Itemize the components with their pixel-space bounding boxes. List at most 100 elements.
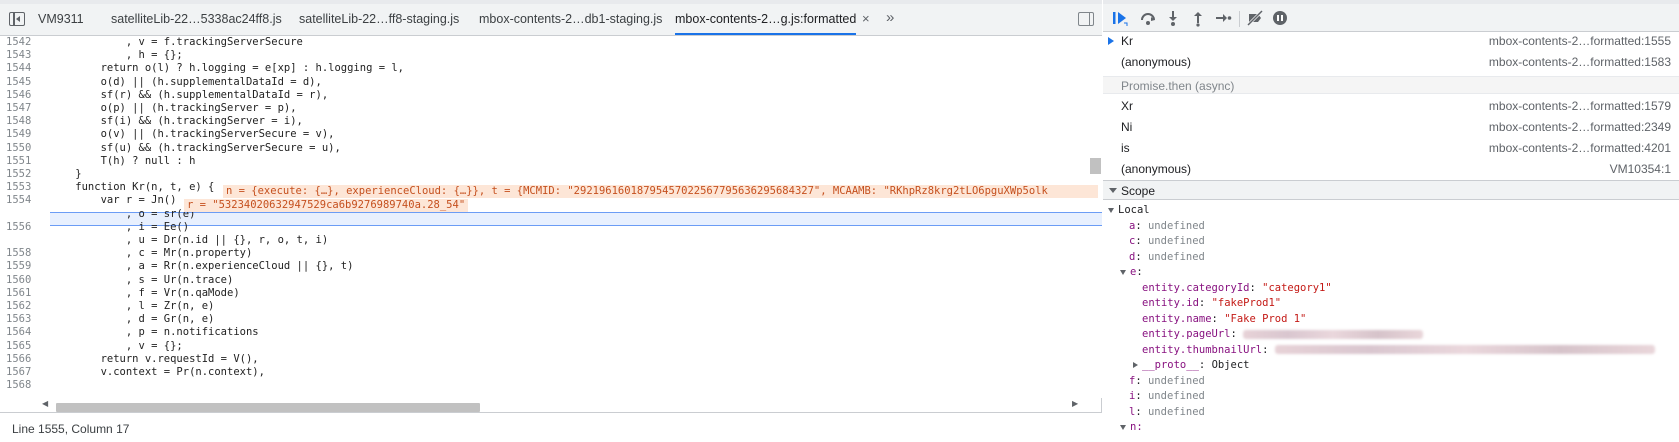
local-scope-header[interactable]: Local [1108,203,1150,218]
line-number[interactable]: 1552 [0,167,44,181]
scope-property-n[interactable]: n: [1120,420,1143,435]
code-line[interactable]: , v = f.trackingServerSecure [50,36,303,49]
step-icon[interactable] [1214,9,1232,27]
code-line[interactable]: , u = Dr(n.id || {}, r, o, t, i) [50,233,328,247]
code-line[interactable]: return o(l) ? h.logging = e[xp] : h.logg… [50,61,404,75]
line-number[interactable]: 1566 [0,352,44,366]
scroll-right-arrow-icon[interactable]: ▶ [1072,399,1078,408]
resume-icon[interactable] [1111,9,1129,27]
expand-triangle-right-icon[interactable] [1133,362,1138,368]
tab-satellite-lib-staging[interactable]: satelliteLib-22…ff8-staging.js [299,4,459,35]
line-number[interactable]: 1551 [0,154,44,168]
scope-property[interactable]: i: undefined [1129,389,1205,404]
step-out-icon[interactable] [1189,9,1207,27]
call-frame-location[interactable]: mbox-contents-2…formatted:1555 [1489,34,1671,48]
line-number[interactable]: 1563 [0,312,44,326]
line-number[interactable]: 1550 [0,141,44,155]
breakpoint-line-number[interactable]: 1557 [0,233,44,247]
code-line[interactable]: , s = Ur(n.trace) [50,273,233,287]
scope-property[interactable]: l: undefined [1129,405,1205,420]
deactivate-breakpoints-icon[interactable] [1246,9,1264,27]
line-number[interactable]: 1562 [0,299,44,313]
tab-mbox-contents-formatted[interactable]: mbox-contents-2…g.js:formatted [675,4,857,35]
code-line[interactable]: v.context = Pr(n.context), [50,365,265,379]
call-frame[interactable]: (anonymous) VM10354:1 [1103,158,1679,180]
scope-property[interactable]: entity.id: "fakeProd1" [1142,296,1281,311]
scope-property-proto[interactable]: __proto__: Object [1133,358,1250,373]
scope-property[interactable]: a: undefined [1129,219,1205,234]
code-editor[interactable]: 1542 1543 1544 1545 1546 1547 1548 1549 1550 1551… [0,36,1102,398]
call-frame[interactable]: is mbox-contents-2…formatted:4201 [1103,137,1679,159]
code-line[interactable]: function Kr(n, t, e) { [50,180,214,194]
expand-triangle-down-icon[interactable] [1120,424,1126,430]
scroll-left-arrow-icon[interactable]: ◀ [42,399,48,408]
call-frame-location[interactable]: mbox-contents-2…formatted:2349 [1489,120,1671,134]
code-line[interactable]: } [50,167,81,181]
line-number[interactable]: 1565 [0,339,44,353]
code-line[interactable]: , v = {}; [50,339,183,353]
call-frame[interactable]: Ni mbox-contents-2…formatted:2349 [1103,116,1679,138]
line-number[interactable]: 1567 [0,365,44,379]
tab-satellite-lib[interactable]: satelliteLib-22…5338ac24ff8.js [111,4,282,35]
line-number[interactable]: 1553 [0,180,44,194]
step-over-icon[interactable] [1139,9,1157,27]
toggle-debugger-icon[interactable] [1078,12,1094,26]
toggle-navigator-icon[interactable] [9,12,25,26]
line-number[interactable]: 1547 [0,101,44,115]
line-number[interactable]: 1542 [0,36,44,49]
line-number[interactable]: 1549 [0,127,44,141]
call-frame[interactable]: (anonymous) mbox-contents-2…formatted:158… [1103,51,1679,73]
code-line[interactable]: , h = {}; [50,48,183,62]
call-frame-location[interactable]: VM10354:1 [1610,162,1671,176]
breakpoint-line-number[interactable]: 1555 [0,207,44,221]
tab-vm9311[interactable]: VM9311 [38,4,84,35]
line-number[interactable]: 1568 [0,378,44,392]
line-number[interactable]: 1561 [0,286,44,300]
horizontal-scrollbar-thumb[interactable] [56,403,480,412]
line-number[interactable]: 1546 [0,88,44,102]
line-number[interactable]: 1556 [0,220,44,234]
code-line[interactable]: , o = sr(e) [50,207,196,221]
line-number[interactable]: 1545 [0,75,44,89]
line-number[interactable]: 1543 [0,48,44,62]
code-line[interactable]: , i = Ee() [50,220,189,234]
scope-property[interactable]: entity.pageUrl: [1142,327,1424,342]
code-line[interactable]: , d = Gr(n, e) [50,312,215,326]
line-number[interactable]: 1558 [0,246,44,260]
scope-property[interactable]: entity.name: "Fake Prod 1" [1142,312,1306,327]
code-line[interactable]: sf(r) && (h.supplementalDataId = r), [50,88,329,102]
step-into-icon[interactable] [1164,9,1182,27]
code-line[interactable]: , f = Vr(n.qaMode) [50,286,240,300]
close-tab-icon[interactable]: × [862,4,870,34]
code-line[interactable]: sf(u) && (h.trackingServerSecure = u), [50,141,341,155]
line-number[interactable]: 1544 [0,61,44,75]
scope-property[interactable]: entity.thumbnailUrl: [1142,343,1655,358]
collapse-triangle-icon[interactable] [1109,188,1117,193]
code-line[interactable]: T(h) ? null : h [50,154,196,168]
call-frame-location[interactable]: mbox-contents-2…formatted:1579 [1489,99,1671,113]
code-line[interactable]: return v.requestId = V(), [50,352,259,366]
code-area[interactable]: , v = f.trackingServerSecure , h = {}; r… [50,36,1102,398]
code-line[interactable]: o(d) || (h.supplementalDataId = d), [50,75,322,89]
scope-section-header[interactable]: Scope [1103,180,1679,200]
code-line[interactable]: sf(i) && (h.trackingServer = i), [50,114,303,128]
code-line[interactable]: o(p) || (h.trackingServer = p), [50,101,297,115]
expand-triangle-down-icon[interactable] [1108,207,1114,213]
code-line[interactable]: , l = Zr(n, e) [50,299,215,313]
scope-property[interactable]: f: undefined [1129,374,1205,389]
tab-mbox-contents-staging[interactable]: mbox-contents-2…db1-staging.js [479,4,662,35]
more-tabs-icon[interactable]: » [886,4,894,32]
pause-on-exceptions-icon[interactable] [1273,11,1287,25]
code-line[interactable]: var r = Jn() [50,193,177,207]
line-number[interactable]: 1559 [0,259,44,273]
code-line[interactable]: o(v) || (h.trackingServerSecure = v), [50,127,335,141]
line-number[interactable]: 1564 [0,325,44,339]
scope-property-e[interactable]: e: [1120,265,1143,280]
line-number[interactable]: 1554 [0,193,44,207]
expand-triangle-down-icon[interactable] [1120,269,1126,275]
code-line[interactable]: , p = n.notifications [50,325,259,339]
code-line[interactable]: , a = Rr(n.experienceCloud || {}, t) [50,259,354,273]
scope-property[interactable]: entity.categoryId: "category1" [1142,281,1332,296]
scope-property[interactable]: c: undefined [1129,234,1205,249]
call-frame[interactable]: Xr mbox-contents-2…formatted:1579 [1103,95,1679,117]
